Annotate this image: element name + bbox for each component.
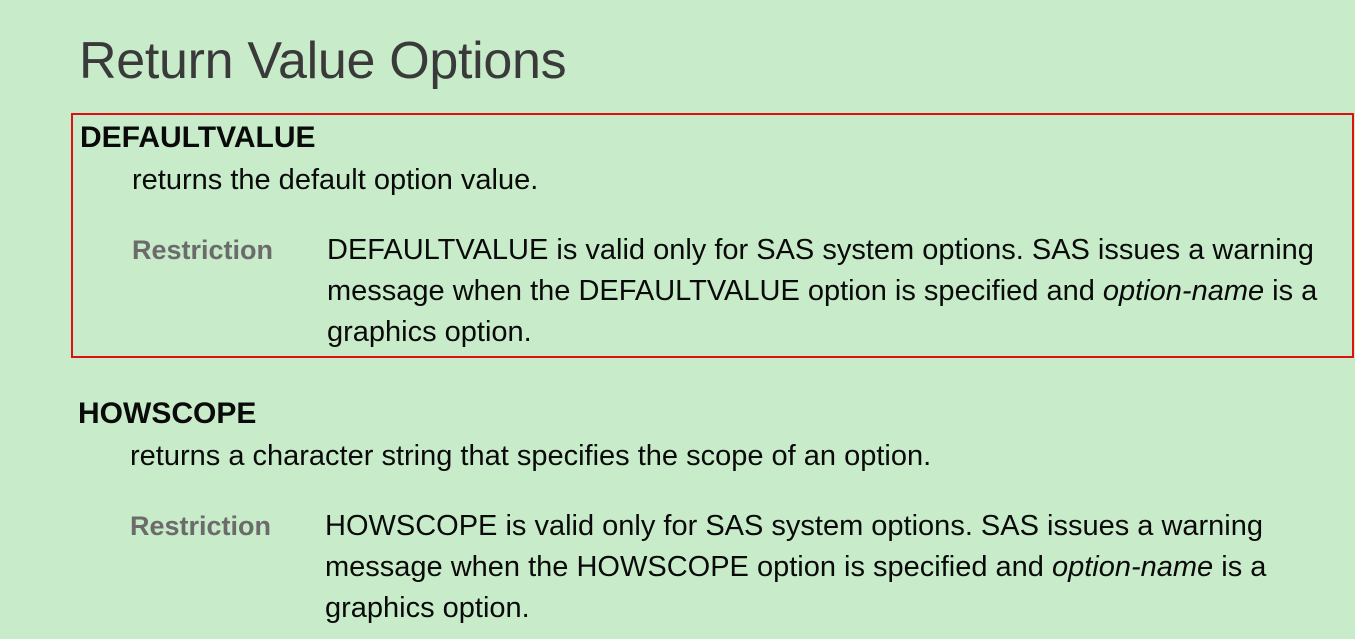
restriction-label: Restriction [130, 511, 272, 541]
option-term: HOWSCOPE [78, 397, 257, 430]
page-title: Return Value Options [79, 32, 567, 90]
restriction-text: HOWSCOPE is valid only for SAS system op… [325, 506, 1345, 629]
option-name-term: option-name [1102, 275, 1265, 307]
restriction-text: DEFAULTVALUE is valid only for SAS syste… [327, 230, 1347, 353]
option-howscope: HOWSCOPE returns a character string that… [71, 391, 1354, 639]
restriction-label: Restriction [132, 235, 274, 265]
option-defaultvalue: DEFAULTVALUE returns the default option … [71, 113, 1354, 358]
option-name-term: option-name [1051, 551, 1214, 583]
option-description: returns the default option value. [132, 164, 539, 196]
option-description: returns a character string that specifie… [130, 440, 932, 472]
option-term: DEFAULTVALUE [80, 121, 316, 154]
